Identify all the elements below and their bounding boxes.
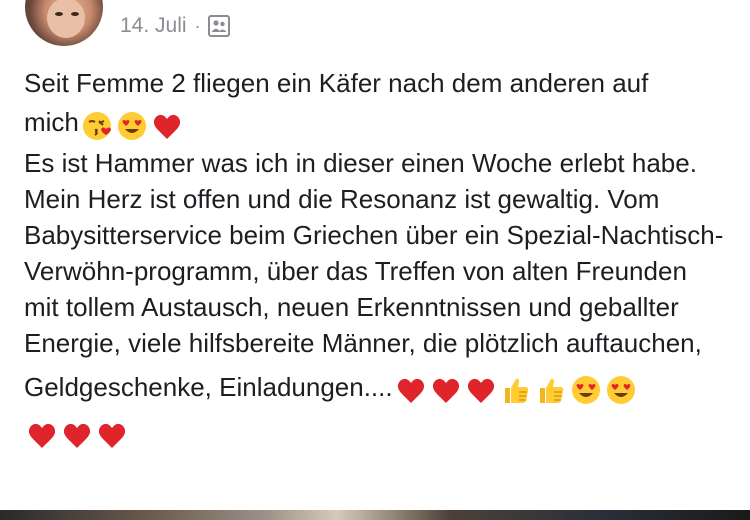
- avatar-eye-right: [71, 12, 79, 16]
- red-heart-icon: [60, 418, 94, 452]
- author-avatar[interactable]: [25, 0, 103, 46]
- post-meta: 14. Juli ·: [120, 12, 230, 40]
- heart-eyes-icon: [569, 373, 603, 407]
- kissing-face-icon: [80, 109, 114, 143]
- heart-eyes-icon: [604, 373, 638, 407]
- facebook-post: 14. Juli · Seit Femme 2 fliegen ein Käfe…: [0, 0, 750, 520]
- post-date[interactable]: 14. Juli: [120, 14, 187, 38]
- red-heart-icon: [150, 109, 184, 143]
- red-heart-icon: [464, 373, 498, 407]
- red-heart-icon: [394, 373, 428, 407]
- post-photo[interactable]: [0, 510, 750, 520]
- post-text-line2: mich: [24, 107, 79, 137]
- avatar-eye-left: [55, 12, 63, 16]
- thumbs-up-icon: [499, 373, 533, 407]
- friends-icon[interactable]: [207, 15, 230, 37]
- post-text-paragraph: Es ist Hammer was ich in dieser einen Wo…: [24, 147, 724, 358]
- emoji-group-3: [24, 415, 129, 452]
- emoji-group-1: [79, 106, 184, 143]
- red-heart-icon: [429, 373, 463, 407]
- thumbs-up-icon: [534, 373, 568, 407]
- meta-separator: ·: [194, 15, 201, 36]
- red-heart-icon: [95, 418, 129, 452]
- post-text-line1: Seit Femme 2 fliegen ein Käfer nach dem …: [24, 68, 649, 98]
- post-body: Seit Femme 2 fliegen ein Käfer nach dem …: [24, 60, 724, 452]
- post-text-last-line: Geldgeschenke, Einladungen....: [24, 371, 393, 402]
- emoji-group-2: [393, 370, 638, 407]
- red-heart-icon: [25, 418, 59, 452]
- heart-eyes-icon: [115, 109, 149, 143]
- avatar-face: [47, 0, 85, 38]
- post-header: 14. Juli ·: [0, 0, 750, 60]
